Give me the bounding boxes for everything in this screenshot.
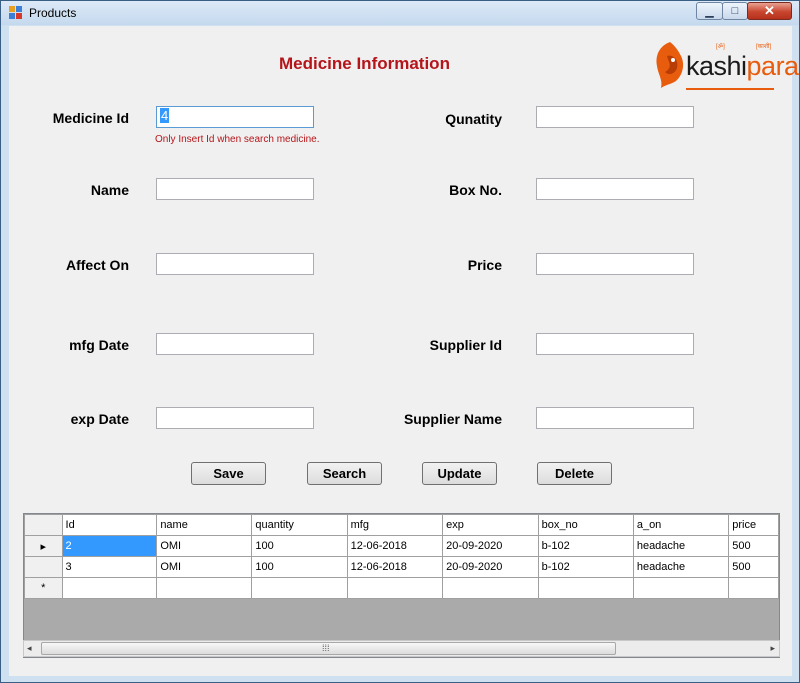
minimize-icon: ▁ bbox=[705, 5, 714, 18]
search-button[interactable]: Search bbox=[307, 462, 382, 485]
mfg-date-label: mfg Date bbox=[69, 337, 129, 353]
new-row-asterisk-icon[interactable]: * bbox=[24, 577, 63, 599]
title-bar[interactable]: Products ▁ □ ✕ bbox=[1, 1, 799, 25]
window-title: Products bbox=[29, 6, 77, 20]
affect-on-label: Affect On bbox=[66, 257, 129, 273]
table-cell[interactable]: 500 bbox=[728, 535, 779, 557]
price-input[interactable] bbox=[536, 253, 694, 275]
lion-icon bbox=[656, 42, 684, 88]
name-input[interactable] bbox=[156, 178, 314, 200]
table-cell[interactable]: 12-06-2018 bbox=[346, 535, 444, 557]
grid-table: Id name quantity mfg exp box_no a_on pri… bbox=[24, 514, 779, 599]
price-label: Price bbox=[467, 257, 502, 273]
column-header-box-no[interactable]: box_no bbox=[537, 514, 634, 536]
table-cell[interactable] bbox=[728, 577, 779, 599]
column-header-exp[interactable]: exp bbox=[442, 514, 539, 536]
table-cell[interactable] bbox=[632, 577, 730, 599]
affect-on-input[interactable] bbox=[156, 253, 314, 275]
app-icon bbox=[9, 6, 23, 20]
supplier-id-label: Supplier Id bbox=[429, 337, 502, 353]
table-cell[interactable] bbox=[346, 577, 444, 599]
logo-text-main: kashi bbox=[686, 51, 747, 81]
supplier-id-input[interactable] bbox=[536, 333, 694, 355]
table-cell[interactable] bbox=[442, 577, 539, 599]
current-row-indicator-icon[interactable]: ▸ bbox=[24, 535, 63, 557]
table-cell[interactable] bbox=[251, 577, 348, 599]
table-row[interactable]: 3 OMI 100 12-06-2018 20-09-2020 b-102 he… bbox=[24, 556, 779, 578]
table-cell[interactable] bbox=[61, 577, 158, 599]
row-header[interactable] bbox=[24, 556, 63, 578]
medicine-id-label: Medicine Id bbox=[52, 110, 129, 126]
kashipara-logo: [ॐ] [काशी] kashipara bbox=[653, 38, 799, 94]
logo-text-accent: para bbox=[746, 51, 800, 81]
close-icon: ✕ bbox=[764, 3, 775, 18]
form-heading: Medicine Information bbox=[279, 54, 450, 73]
horizontal-scrollbar[interactable]: ◂ ⁞⁞⁞ ▸ bbox=[23, 640, 780, 657]
scroll-grip-icon: ⁞⁞⁞ bbox=[322, 643, 330, 653]
table-cell[interactable] bbox=[156, 577, 253, 599]
column-header-name[interactable]: name bbox=[156, 514, 253, 536]
table-cell[interactable]: OMI bbox=[156, 535, 253, 557]
table-cell[interactable]: 100 bbox=[251, 556, 348, 578]
exp-date-label: exp Date bbox=[70, 411, 129, 427]
table-row[interactable]: ▸ 2 OMI 100 12-06-2018 20-09-2020 b-102 … bbox=[24, 535, 779, 557]
maximize-button[interactable]: □ bbox=[722, 2, 748, 20]
mfg-date-input[interactable] bbox=[156, 333, 314, 355]
minimize-button[interactable]: ▁ bbox=[696, 2, 723, 20]
table-cell[interactable] bbox=[537, 577, 634, 599]
table-cell[interactable]: OMI bbox=[156, 556, 253, 578]
logo-tag-left: [ॐ] bbox=[716, 44, 725, 50]
table-cell[interactable]: b-102 bbox=[537, 556, 634, 578]
table-cell[interactable]: 2 bbox=[61, 535, 158, 557]
medicine-id-input[interactable]: 4 bbox=[156, 106, 314, 128]
table-cell[interactable]: 100 bbox=[251, 535, 348, 557]
save-button[interactable]: Save bbox=[191, 462, 266, 485]
table-cell[interactable]: 3 bbox=[61, 556, 158, 578]
medicine-id-value: 4 bbox=[160, 108, 170, 123]
maximize-icon: □ bbox=[731, 5, 739, 17]
column-header-id[interactable]: Id bbox=[61, 514, 158, 536]
table-cell[interactable]: 20-09-2020 bbox=[442, 556, 539, 578]
close-button[interactable]: ✕ bbox=[747, 2, 792, 20]
box-no-label: Box No. bbox=[449, 182, 502, 198]
products-window: Products ▁ □ ✕ Medicine Information [ॐ] … bbox=[0, 0, 800, 683]
scroll-right-arrow-icon[interactable]: ▸ bbox=[770, 643, 775, 654]
column-header-quantity[interactable]: quantity bbox=[251, 514, 348, 536]
logo-underline bbox=[686, 88, 774, 90]
logo-wordmark: kashipara bbox=[686, 51, 799, 82]
scroll-thumb[interactable]: ⁞⁞⁞ bbox=[41, 642, 616, 655]
table-cell[interactable]: 12-06-2018 bbox=[346, 556, 444, 578]
table-cell[interactable]: 20-09-2020 bbox=[442, 535, 539, 557]
medicine-data-grid[interactable]: Id name quantity mfg exp box_no a_on pri… bbox=[23, 513, 780, 658]
box-no-input[interactable] bbox=[536, 178, 694, 200]
delete-button[interactable]: Delete bbox=[537, 462, 612, 485]
exp-date-input[interactable] bbox=[156, 407, 314, 429]
update-button[interactable]: Update bbox=[422, 462, 497, 485]
new-row[interactable]: * bbox=[24, 577, 779, 599]
quantity-input[interactable] bbox=[536, 106, 694, 128]
table-cell[interactable]: headache bbox=[632, 535, 730, 557]
logo-tag-right: [काशी] bbox=[756, 44, 772, 50]
scroll-left-arrow-icon[interactable]: ◂ bbox=[27, 643, 32, 654]
supplier-name-label: Supplier Name bbox=[403, 411, 502, 427]
column-header-mfg[interactable]: mfg bbox=[346, 514, 444, 536]
medicine-id-hint: Only Insert Id when search medicine. bbox=[155, 134, 320, 145]
name-label: Name bbox=[90, 182, 129, 198]
column-header-a-on[interactable]: a_on bbox=[632, 514, 730, 536]
grid-corner-header bbox=[24, 514, 63, 536]
quantity-label: Qunatity bbox=[445, 111, 502, 127]
table-cell[interactable]: 500 bbox=[728, 556, 779, 578]
table-cell[interactable]: headache bbox=[632, 556, 730, 578]
grid-header-row: Id name quantity mfg exp box_no a_on pri… bbox=[24, 514, 779, 536]
column-header-price[interactable]: price bbox=[728, 514, 779, 536]
supplier-name-input[interactable] bbox=[536, 407, 694, 429]
table-cell[interactable]: b-102 bbox=[537, 535, 634, 557]
